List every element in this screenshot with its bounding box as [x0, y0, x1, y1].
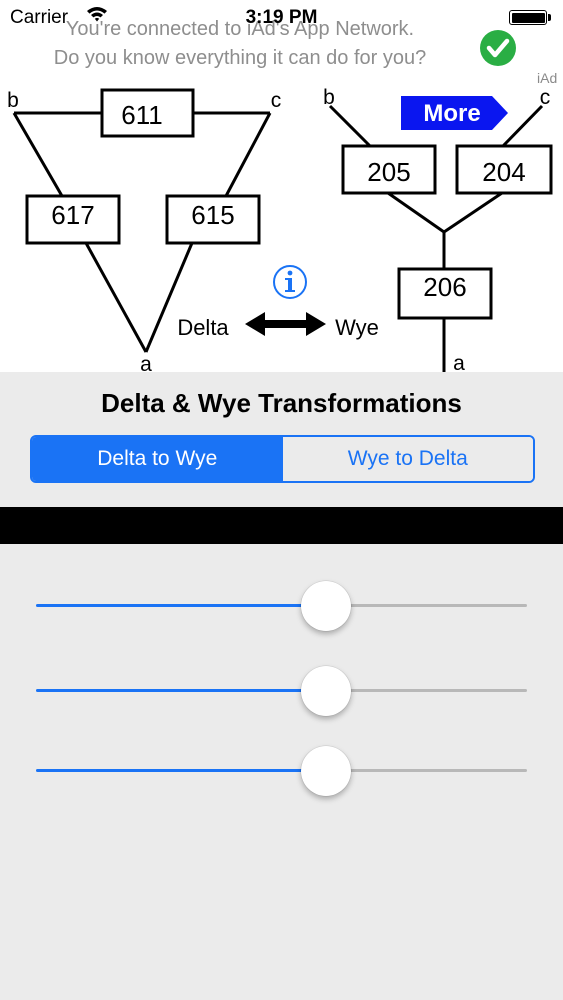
delta-node-b: b: [7, 89, 19, 112]
segment-wye-to-delta[interactable]: Wye to Delta: [282, 437, 533, 481]
controls-panel: Delta & Wye Transformations Delta to Wye…: [0, 372, 563, 506]
delta-node-a: a: [140, 353, 152, 372]
wye-right-resistor-value: 204: [482, 157, 525, 187]
iad-banner[interactable]: 611 617 615 b c a 205 204 206 b c a More: [0, 0, 563, 372]
page-title: Delta & Wye Transformations: [101, 388, 462, 418]
status-bar: Carrier 3:19 PM: [0, 0, 563, 30]
slider-thumb[interactable]: [300, 746, 351, 796]
wye-left-resistor-value: 205: [367, 157, 410, 187]
wye-node-b: b: [323, 86, 335, 109]
slider-max-track: [325, 604, 527, 607]
wye-bottom-resistor-value: 206: [423, 272, 466, 302]
slider-max-track: [325, 769, 527, 772]
battery-tip: [548, 14, 551, 21]
black-divider-bar: [0, 507, 563, 544]
mode-segmented-control[interactable]: Delta to Wye Wye to Delta: [30, 435, 535, 483]
slider-min-track: [36, 689, 326, 692]
info-icon[interactable]: [273, 265, 307, 299]
wye-node-a: a: [453, 352, 465, 372]
battery-icon: [509, 10, 547, 25]
clock: 3:19 PM: [245, 7, 318, 28]
slider-panel: [0, 544, 563, 1000]
delta-top-resistor-value: 611: [121, 100, 162, 130]
wye-label: Wye: [335, 315, 379, 340]
slider-min-track: [36, 604, 326, 607]
delta-node-c: c: [271, 89, 282, 112]
resistor-slider-2[interactable]: [36, 666, 527, 716]
more-button[interactable]: More: [401, 96, 508, 130]
slider-min-track: [36, 769, 326, 772]
checkmark-icon: [478, 28, 518, 73]
ad-message-line2: Do you know everything it can do for you…: [53, 47, 427, 69]
delta-left-resistor-value: 617: [51, 200, 94, 230]
double-arrow-icon: [245, 312, 326, 336]
delta-label: Delta: [177, 315, 229, 340]
delta-right-resistor-value: 615: [191, 200, 234, 230]
slider-max-track: [325, 689, 527, 692]
slider-thumb[interactable]: [300, 666, 351, 716]
more-button-label: More: [423, 100, 480, 127]
segment-delta-to-wye[interactable]: Delta to Wye: [32, 437, 283, 481]
iad-tag: iAd: [537, 70, 558, 86]
slider-thumb[interactable]: [300, 581, 351, 631]
resistor-slider-1[interactable]: [36, 581, 527, 631]
resistor-slider-3[interactable]: [36, 746, 527, 796]
